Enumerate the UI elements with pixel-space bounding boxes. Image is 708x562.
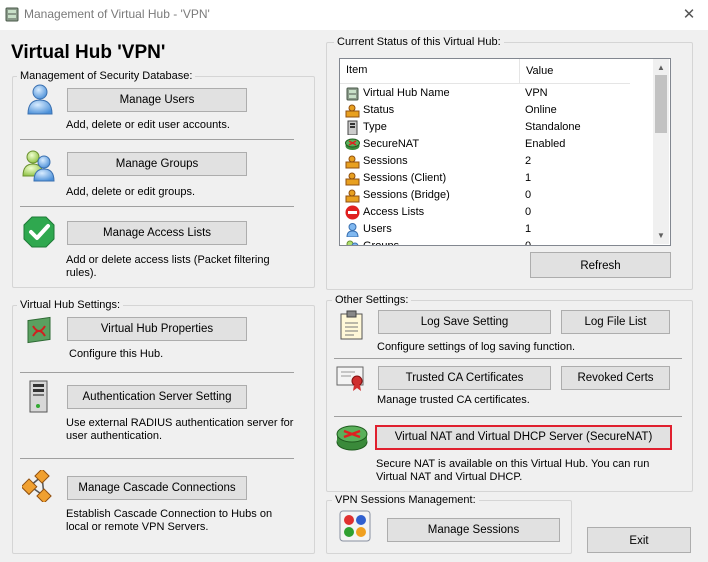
scroll-down-icon[interactable]: ▼ <box>657 231 665 240</box>
router-icon <box>336 425 368 451</box>
app-icon <box>5 7 19 22</box>
server-icon <box>347 120 358 135</box>
cascade-connections-button[interactable]: Manage Cascade Connections <box>67 476 247 500</box>
certificate-icon <box>336 366 364 391</box>
separator <box>20 206 294 207</box>
router-icon <box>345 138 360 150</box>
list-item-name: Type <box>363 121 387 133</box>
list-item[interactable]: Status Online <box>340 102 620 119</box>
window-title: Management of Virtual Hub - 'VPN' <box>24 7 210 21</box>
cascade-icon <box>22 470 52 502</box>
check-shield-icon <box>23 216 55 248</box>
list-item-name: Groups <box>363 240 400 246</box>
hub-title: Virtual Hub 'VPN' <box>11 42 166 63</box>
list-item[interactable]: Sessions (Bridge) 0 <box>340 187 620 204</box>
list-item-value: 1 <box>525 223 532 235</box>
hub-properties-desc: Configure this Hub. <box>69 348 164 360</box>
listview-header: Item Value <box>340 59 630 84</box>
sessions-icon <box>339 510 371 542</box>
sessions-legend: VPN Sessions Management: <box>332 494 479 506</box>
separator <box>334 416 682 417</box>
log-desc: Configure settings of log saving functio… <box>377 341 576 353</box>
list-item-name: Sessions <box>363 155 408 167</box>
sessions-icon <box>345 189 360 203</box>
list-item[interactable]: Sessions (Client) 1 <box>340 170 620 187</box>
list-item-name: Access Lists <box>363 206 425 218</box>
sessions-icon <box>345 172 360 186</box>
manage-users-button[interactable]: Manage Users <box>67 88 247 112</box>
list-item-name: Virtual Hub Name <box>363 87 450 99</box>
log-save-setting-button[interactable]: Log Save Setting <box>378 310 551 334</box>
list-item-name: Users <box>363 223 392 235</box>
group-icon <box>346 240 359 245</box>
list-item-name: Sessions (Bridge) <box>363 189 450 201</box>
list-item-name: SecureNAT <box>363 138 420 150</box>
scrollbar-thumb[interactable] <box>655 75 667 133</box>
securenat-button[interactable]: Virtual NAT and Virtual DHCP Server (Sec… <box>375 425 672 450</box>
refresh-button[interactable]: Refresh <box>530 252 671 278</box>
auth-server-button[interactable]: Authentication Server Setting <box>67 385 247 409</box>
user-icon <box>346 223 359 237</box>
list-item-value: 0 <box>525 189 532 201</box>
separator <box>20 139 294 140</box>
revoked-certs-button[interactable]: Revoked Certs <box>561 366 670 390</box>
list-item-value: Online <box>525 104 557 116</box>
hub-properties-button[interactable]: Virtual Hub Properties <box>67 317 247 341</box>
list-item-name: Status <box>363 104 395 116</box>
separator <box>20 458 294 459</box>
list-item-value: 0 <box>525 206 532 218</box>
securenat-desc: Secure NAT is available on this Virtual … <box>376 458 650 483</box>
manage-groups-button[interactable]: Manage Groups <box>67 152 247 176</box>
separator <box>20 372 294 373</box>
column-value[interactable]: Value <box>519 59 553 83</box>
ca-desc: Manage trusted CA certificates. <box>377 394 530 406</box>
column-item[interactable]: Item <box>346 64 367 76</box>
manage-access-lists-desc: Add or delete access lists (Packet filte… <box>66 254 270 279</box>
sessions-icon <box>345 104 360 118</box>
list-item[interactable]: Access Lists 0 <box>340 204 620 221</box>
server-icon <box>29 380 48 413</box>
user-icon <box>27 84 53 115</box>
list-item[interactable]: Sessions 2 <box>340 153 620 170</box>
list-item[interactable]: Groups 0 <box>340 238 620 246</box>
list-item[interactable]: Users 1 <box>340 221 620 238</box>
exit-button[interactable]: Exit <box>587 527 691 553</box>
vertical-scrollbar[interactable]: ▲ ▼ <box>653 59 669 244</box>
other-settings-legend: Other Settings: <box>332 294 412 306</box>
log-notepad-icon <box>340 310 363 340</box>
manage-groups-desc: Add, delete or edit groups. <box>66 186 196 198</box>
list-item-value: VPN <box>525 87 548 99</box>
status-legend: Current Status of this Virtual Hub: <box>334 36 504 48</box>
trusted-ca-button[interactable]: Trusted CA Certificates <box>378 366 551 390</box>
cascade-connections-desc: Establish Cascade Connection to Hubs on … <box>66 508 273 533</box>
list-item-value: Standalone <box>525 121 581 133</box>
log-file-list-button[interactable]: Log File List <box>561 310 670 334</box>
separator <box>334 358 682 359</box>
list-item[interactable]: SecureNAT Enabled <box>340 136 620 153</box>
scroll-up-icon[interactable]: ▲ <box>657 63 665 72</box>
manage-access-lists-button[interactable]: Manage Access Lists <box>67 221 247 245</box>
close-button[interactable]: ✕ <box>680 5 698 23</box>
list-item-value: Enabled <box>525 138 566 150</box>
list-item-value: 1 <box>525 172 532 184</box>
list-item-value: 0 <box>525 240 532 246</box>
group-icon <box>22 150 55 182</box>
hub-properties-icon <box>27 316 51 344</box>
stop-icon <box>345 205 360 220</box>
hub-icon <box>346 87 359 101</box>
auth-server-desc: Use external RADIUS authentication serve… <box>66 417 294 442</box>
manage-sessions-button[interactable]: Manage Sessions <box>387 518 560 542</box>
status-listview[interactable]: Item Value Virtual Hub Name VPN Status Onli… <box>339 58 671 246</box>
list-item[interactable]: Type Standalone <box>340 119 620 136</box>
list-item-value: 2 <box>525 155 532 167</box>
sessions-icon <box>345 155 360 169</box>
list-item[interactable]: Virtual Hub Name VPN <box>340 85 620 102</box>
security-db-legend: Management of Security Database: <box>17 70 196 82</box>
list-item-name: Sessions (Client) <box>363 172 447 184</box>
hub-settings-legend: Virtual Hub Settings: <box>17 299 124 311</box>
manage-users-desc: Add, delete or edit user accounts. <box>66 119 230 131</box>
